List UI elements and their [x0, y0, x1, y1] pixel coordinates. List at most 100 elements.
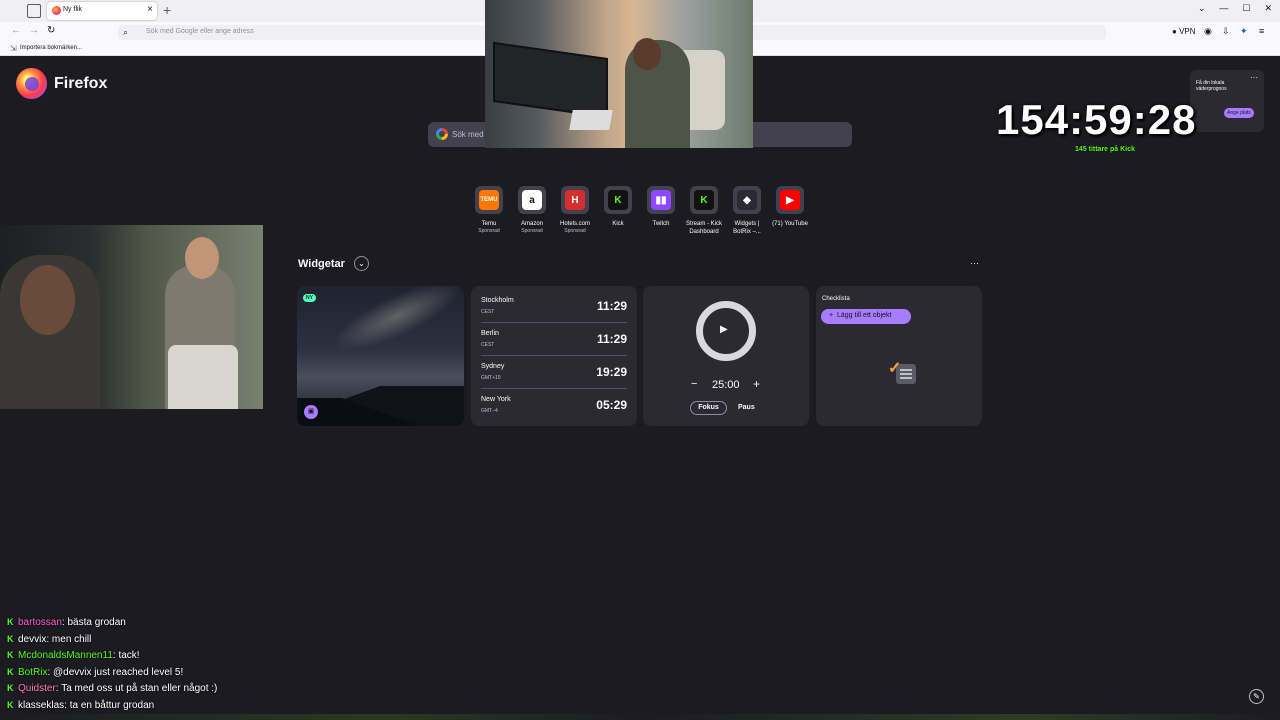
top-site-title: Kick: [612, 221, 624, 227]
download-icon[interactable]: ⇩: [1222, 26, 1230, 37]
forward-arrow-icon[interactable]: →: [29, 25, 39, 36]
chat-username: BotRix: [18, 666, 48, 678]
add-item-label: Lägg till ett objekt: [836, 312, 892, 319]
checklist-illustration: ✓: [888, 358, 916, 386]
top-site-tile[interactable]: H: [561, 186, 589, 214]
top-site[interactable]: a Amazon Sponsrad: [511, 186, 553, 234]
tab-list-button[interactable]: [27, 4, 41, 18]
play-icon[interactable]: ▶: [720, 324, 728, 335]
clock-row: Berlin CEST 11:29: [481, 323, 627, 356]
tab-new-tab[interactable]: Ny flik ×: [47, 2, 157, 20]
chat-text: Ta med oss ut på stan eller något :): [61, 683, 218, 694]
kick-badge-icon: K: [7, 650, 14, 660]
new-badge: NY: [303, 294, 316, 302]
search-icon: ⌕: [123, 27, 129, 37]
plus-icon: +: [829, 312, 834, 319]
kick-badge-icon: K: [7, 633, 14, 644]
chat-text: ta en båttur grodan: [69, 699, 155, 711]
background-strip: [0, 714, 1280, 720]
widgets-title: Widgetar: [298, 258, 345, 270]
webcam-overlay-left: [0, 225, 263, 409]
url-placeholder: Sök med Google eller ange adress: [146, 28, 254, 35]
weather-prompt: Få din lokala väderprognos: [1196, 80, 1227, 92]
image-icon[interactable]: ▣: [304, 405, 318, 419]
add-item-button[interactable]: + Lägg till ett objekt: [821, 309, 911, 324]
chevron-down-icon[interactable]: ⌄: [1198, 3, 1206, 14]
checklist-title: Checklista: [822, 296, 850, 302]
clock-city: Berlin: [481, 330, 499, 337]
clock-timezone: GMT+10: [481, 375, 501, 381]
chat-message: K McdonaldsMannen11: tack!: [7, 650, 140, 661]
chat-text: men chill: [51, 633, 92, 645]
clock-row: Stockholm CEST 11:29: [481, 290, 627, 323]
increase-button[interactable]: +: [753, 377, 760, 391]
chevron-down-icon[interactable]: ⌄: [354, 256, 369, 271]
firefox-wordmark: Firefox: [54, 75, 108, 92]
extensions-icon[interactable]: ✦: [1240, 26, 1248, 37]
top-site-tile[interactable]: ▶: [776, 186, 804, 214]
back-arrow-icon[interactable]: ←: [11, 25, 21, 36]
top-site-title: Twitch: [652, 221, 670, 227]
vpn-button[interactable]: ● VPN: [1172, 27, 1196, 36]
import-icon: ⇲: [10, 44, 17, 53]
wallpaper-widget[interactable]: NY ▣: [297, 286, 464, 426]
close-window-icon[interactable]: ✕: [1264, 3, 1272, 14]
top-site[interactable]: K Stream - Kick Dashboard: [683, 186, 725, 236]
top-site[interactable]: ▮▮ Twitch: [640, 186, 682, 228]
top-site-tile[interactable]: K: [604, 186, 632, 214]
clock-row: New York GMT−4 05:29: [481, 389, 627, 422]
top-site[interactable]: ▶ (71) YouTube: [769, 186, 811, 228]
account-icon[interactable]: ◉: [1204, 26, 1212, 37]
focus-button[interactable]: Fokus: [690, 401, 727, 415]
top-site-tile[interactable]: K: [690, 186, 718, 214]
chat-text: tack!: [118, 650, 140, 661]
break-button[interactable]: Paus: [738, 404, 755, 411]
import-bookmarks-link[interactable]: Importera bokmärken...: [20, 45, 82, 51]
chat-username: klasseklas: [18, 699, 65, 711]
set-location-button[interactable]: Ange plats: [1224, 108, 1254, 118]
minimize-icon[interactable]: —: [1219, 3, 1228, 14]
top-site-tile[interactable]: a: [518, 186, 546, 214]
chat-username: Quidster: [18, 683, 56, 694]
chat-username: McdonaldsMannen11: [18, 650, 113, 661]
close-icon[interactable]: ×: [147, 4, 153, 15]
site-logo-icon: K: [694, 190, 714, 210]
site-logo-icon: H: [565, 190, 585, 210]
widgets-more-icon[interactable]: ···: [970, 258, 979, 268]
clock-city: New York: [481, 396, 511, 403]
edit-icon[interactable]: ✎: [1249, 689, 1264, 704]
top-site-tile[interactable]: TEMU: [475, 186, 503, 214]
clock-time: 11:29: [596, 299, 627, 313]
top-site[interactable]: K Kick: [597, 186, 639, 228]
viewer-count: 145 tittare på Kick: [1075, 146, 1135, 153]
checkmark-icon: ✓: [888, 360, 902, 377]
clock-city: Stockholm: [481, 297, 514, 304]
clock-timezone: GMT−4: [481, 408, 498, 414]
new-tab-button[interactable]: +: [163, 2, 171, 18]
window-controls: ⌄ — ☐ ✕: [1198, 3, 1272, 14]
chat-message: Kbartossan: bästa grodan: [7, 617, 126, 628]
top-site-tile[interactable]: ◆: [733, 186, 761, 214]
menu-icon[interactable]: ≡: [1259, 26, 1264, 36]
top-site-title: Amazon: [520, 221, 543, 227]
chat-message: K BotRix: @devvix just reached level 5!: [7, 667, 183, 678]
decrease-button[interactable]: −: [691, 378, 697, 390]
chat-text: @devvix just reached level 5!: [53, 666, 184, 678]
top-site-tile[interactable]: ▮▮: [647, 186, 675, 214]
top-site[interactable]: H Hotels.com Sponsrad: [554, 186, 596, 234]
top-site[interactable]: TEMU Temu Sponsrad: [468, 186, 510, 234]
kick-badge-icon: K: [7, 666, 14, 677]
reload-icon[interactable]: ↻: [47, 25, 55, 36]
firefox-logo: [16, 68, 47, 99]
clock-time: 05:29: [596, 398, 627, 412]
maximize-icon[interactable]: ☐: [1242, 3, 1250, 14]
chat-username: bartossan: [18, 617, 62, 628]
top-site[interactable]: ◆ Widgets | BotRix –...: [726, 186, 768, 236]
clock-row: Sydney GMT+10 19:29: [481, 356, 627, 389]
google-icon: [436, 128, 448, 140]
top-site-title: Temu: [481, 221, 497, 227]
top-site-title: Widgets | BotRix –...: [733, 221, 761, 235]
top-site-title: Hotels.com: [559, 221, 590, 227]
vpn-icon: ●: [1172, 27, 1177, 36]
clock-city: Sydney: [481, 363, 505, 370]
